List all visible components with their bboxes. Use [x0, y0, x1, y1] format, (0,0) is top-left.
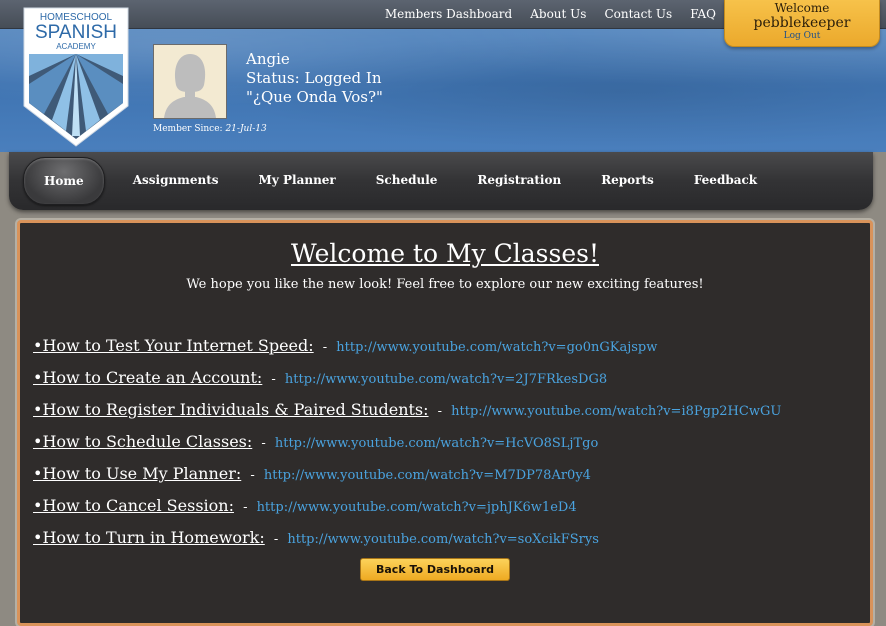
tutorial-link-url[interactable]: http://www.youtube.com/watch?v=soXcikFSr… — [287, 532, 599, 547]
link-separator: - — [243, 500, 248, 515]
logo-text-academy: ACADEMY — [56, 42, 96, 51]
tutorial-link-title[interactable]: •How to Cancel Session: — [33, 496, 234, 515]
page-subtitle: We hope you like the new look! Feel free… — [186, 277, 704, 292]
tutorial-link-url[interactable]: http://www.youtube.com/watch?v=HcVO8SLjT… — [275, 436, 598, 451]
member-since-label: Member Since: — [153, 124, 223, 134]
link-separator: - — [271, 372, 276, 387]
content-panel: Welcome to My Classes! We hope you like … — [17, 220, 873, 626]
nav-assignments[interactable]: Assignments — [113, 157, 239, 203]
tutorial-link-title[interactable]: •How to Register Individuals & Paired St… — [33, 400, 429, 419]
list-item: •How to Register Individuals & Paired St… — [33, 400, 781, 432]
top-nav-members-dashboard[interactable]: Members Dashboard — [385, 7, 512, 21]
tutorial-link-title[interactable]: •How to Test Your Internet Speed: — [33, 336, 314, 355]
user-name: Angie — [246, 50, 290, 68]
member-since: Member Since: 21-Jul-13 — [153, 124, 267, 134]
nav-registration[interactable]: Registration — [457, 157, 581, 203]
list-item: •How to Test Your Internet Speed: - http… — [33, 336, 781, 368]
top-nav-faq[interactable]: FAQ — [690, 7, 716, 21]
academy-logo[interactable]: HOMESCHOOL SPANISH ACADEMY — [22, 6, 130, 148]
tutorial-link-url[interactable]: http://www.youtube.com/watch?v=go0nGKajs… — [336, 340, 657, 355]
tutorial-link-url[interactable]: http://www.youtube.com/watch?v=jphJK6w1e… — [257, 500, 577, 515]
user-info: Angie Status: Logged In "¿Que Onda Vos?" — [246, 50, 383, 107]
nav-feedback[interactable]: Feedback — [674, 157, 777, 203]
nav-reports[interactable]: Reports — [581, 157, 674, 203]
avatar — [153, 44, 227, 119]
back-to-dashboard-button[interactable]: Back To Dashboard — [360, 558, 510, 581]
welcome-box: Welcome pebblekeeper Log Out — [724, 0, 880, 47]
user-motto: "¿Que Onda Vos?" — [246, 88, 383, 106]
list-item: •How to Use My Planner: - http://www.you… — [33, 464, 781, 496]
user-silhouette-icon — [154, 45, 226, 118]
nav-my-planner[interactable]: My Planner — [239, 157, 356, 203]
list-item: •How to Schedule Classes: - http://www.y… — [33, 432, 781, 464]
member-since-date: 21-Jul-13 — [225, 124, 267, 134]
nav-schedule[interactable]: Schedule — [356, 157, 458, 203]
link-separator: - — [261, 436, 266, 451]
nav-home[interactable]: Home — [23, 157, 105, 205]
logout-link[interactable]: Log Out — [725, 31, 879, 42]
main-nav: Home Assignments My Planner Schedule Reg… — [9, 152, 873, 210]
welcome-label: Welcome — [774, 1, 830, 15]
top-nav-contact-us[interactable]: Contact Us — [604, 7, 672, 21]
tutorial-link-title[interactable]: •How to Turn in Homework: — [33, 528, 265, 547]
welcome-username: pebblekeeper — [753, 15, 851, 31]
site-header: Members Dashboard About Us Contact Us FA… — [0, 0, 886, 152]
tutorial-links-list: •How to Test Your Internet Speed: - http… — [33, 336, 781, 560]
logo-text-spanish: SPANISH — [35, 22, 117, 43]
list-item: •How to Create an Account: - http://www.… — [33, 368, 781, 400]
top-nav: Members Dashboard About Us Contact Us FA… — [385, 0, 716, 28]
top-nav-about-us[interactable]: About Us — [530, 7, 586, 21]
tutorial-link-title[interactable]: •How to Use My Planner: — [33, 464, 241, 483]
user-status: Status: Logged In — [246, 69, 382, 87]
tutorial-link-url[interactable]: http://www.youtube.com/watch?v=M7DP78Ar0… — [264, 468, 591, 483]
link-separator: - — [322, 340, 328, 355]
list-item: •How to Cancel Session: - http://www.you… — [33, 496, 781, 528]
link-separator: - — [250, 468, 255, 483]
tutorial-link-title[interactable]: •How to Create an Account: — [33, 368, 262, 387]
tutorial-link-title[interactable]: •How to Schedule Classes: — [33, 432, 252, 451]
list-item: •How to Turn in Homework: - http://www.y… — [33, 528, 781, 560]
link-separator: - — [273, 532, 279, 547]
tutorial-link-url[interactable]: http://www.youtube.com/watch?v=2J7FRkesD… — [285, 372, 607, 387]
tutorial-link-url[interactable]: http://www.youtube.com/watch?v=i8Pgp2HCw… — [451, 404, 781, 419]
link-separator: - — [437, 404, 443, 419]
page-title: Welcome to My Classes! — [290, 239, 600, 268]
